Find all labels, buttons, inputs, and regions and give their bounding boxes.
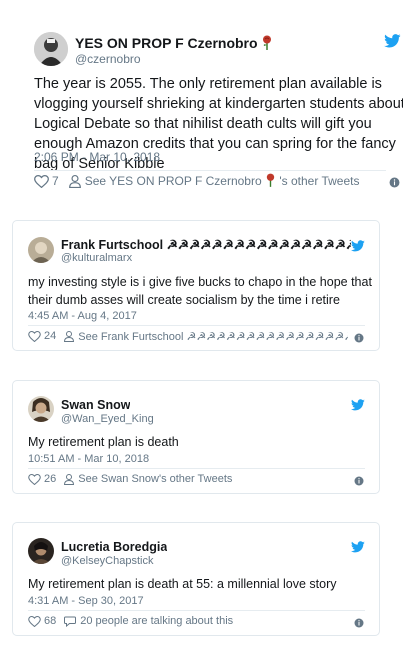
info-icon[interactable] (389, 175, 400, 193)
tweet-actions: 26 See Swan Snow's other Tweets (28, 471, 232, 487)
heart-icon[interactable] (28, 473, 41, 485)
display-name-text[interactable]: YES ON PROP F Czernobro (75, 35, 258, 51)
timestamp[interactable]: 4:45 AM - Aug 4, 2017 (28, 310, 137, 322)
tweet-card: Lucretia Boredgia @KelseyChapstick My re… (12, 522, 380, 636)
tweet-actions: 24 See Frank Furtschool ☭☭☭☭☭☭☭☭☭☭☭☭☭☭☭☭… (28, 328, 348, 344)
heart-icon[interactable] (34, 174, 49, 188)
tweet-card: YES ON PROP F Czernobro @czernobro The y… (14, 20, 403, 195)
avatar[interactable] (28, 237, 54, 263)
divider (28, 325, 365, 326)
avatar[interactable] (28, 538, 54, 564)
handle[interactable]: @KelseyChapstick (61, 555, 153, 567)
person-icon (64, 473, 75, 485)
tweet-text: my investing style is i give five bucks … (28, 275, 372, 307)
tweet-card: Swan Snow @Wan_Eyed_King My retirement p… (12, 380, 380, 494)
divider (28, 610, 365, 611)
handle[interactable]: @kulturalmarx (61, 252, 132, 264)
comment-icon[interactable] (64, 616, 77, 627)
divider (34, 170, 386, 171)
person-icon (64, 330, 75, 342)
tweet-actions: 68 20 people are talking about this (28, 613, 233, 629)
info-icon[interactable] (354, 473, 364, 491)
see-other-tweets-link[interactable]: See YES ON PROP F Czernobro 's other Twe… (85, 173, 359, 190)
heart-icon[interactable] (28, 330, 41, 342)
timestamp[interactable]: 2:06 PM - Mar 10, 2018 (34, 150, 160, 164)
display-name[interactable]: Lucretia Boredgia (61, 540, 167, 554)
display-name[interactable]: Swan Snow (61, 398, 130, 412)
info-icon[interactable] (354, 330, 364, 348)
heart-icon[interactable] (28, 615, 41, 627)
see-other-tweets-link[interactable]: See Frank Furtschool ☭☭☭☭☭☭☭☭☭☭☭☭☭☭☭☭☭☭.… (78, 330, 348, 343)
divider (28, 468, 365, 469)
conversation-link[interactable]: 20 people are talking about this (80, 615, 233, 627)
tweet-card: Frank Furtschool ☭☭☭☭☭☭☭☭☭☭☭☭☭☭☭☭☭☭... @… (12, 220, 380, 351)
rose-emoji (265, 173, 276, 190)
see-other-tweets-text[interactable]: See YES ON PROP F Czernobro (85, 174, 262, 188)
rose-emoji (261, 35, 273, 53)
display-name[interactable]: YES ON PROP F Czernobro (75, 35, 273, 53)
like-count[interactable]: 68 (44, 615, 56, 627)
twitter-bird-icon[interactable] (351, 398, 365, 416)
like-count[interactable]: 7 (52, 174, 59, 188)
twitter-bird-icon[interactable] (351, 239, 365, 257)
display-name[interactable]: Frank Furtschool ☭☭☭☭☭☭☭☭☭☭☭☭☭☭☭☭☭☭... (61, 237, 351, 252)
tweet-text: My retirement plan is death at 55: a mil… (28, 577, 337, 591)
timestamp[interactable]: 10:51 AM - Mar 10, 2018 (28, 453, 149, 465)
like-count[interactable]: 24 (44, 330, 56, 342)
see-other-tweets-link[interactable]: See Swan Snow's other Tweets (78, 473, 232, 485)
timestamp[interactable]: 4:31 AM - Sep 30, 2017 (28, 595, 144, 607)
info-icon[interactable] (354, 615, 364, 633)
handle[interactable]: @Wan_Eyed_King (61, 413, 154, 425)
like-count[interactable]: 26 (44, 473, 56, 485)
tweet-text: My retirement plan is death (28, 435, 179, 449)
twitter-bird-icon[interactable] (351, 540, 365, 558)
tweet-actions: 7 See YES ON PROP F Czernobro 's other T… (34, 172, 359, 190)
person-icon (68, 174, 81, 188)
avatar[interactable] (28, 396, 54, 422)
handle[interactable]: @czernobro (75, 52, 141, 66)
see-other-tweets-suffix[interactable]: 's other Tweets (279, 174, 359, 188)
avatar[interactable] (34, 32, 68, 66)
twitter-bird-icon[interactable] (384, 34, 401, 53)
